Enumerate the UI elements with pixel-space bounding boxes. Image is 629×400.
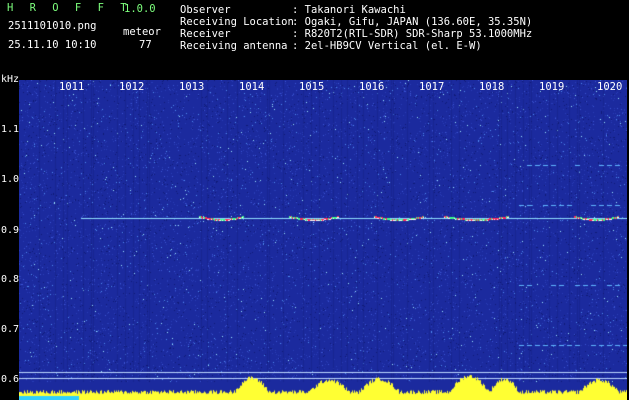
app-version: 1.0.0 <box>124 3 156 15</box>
y-axis-unit: kHz <box>1 74 20 85</box>
info-value-receiver: : R820T2(RTL-SDR) SDR-Sharp 53.1000MHz <box>292 28 533 40</box>
y-tick-label: 1.1 <box>1 124 20 135</box>
y-tick-label: 1.0 <box>1 174 20 185</box>
app-name: H R O F F T <box>7 2 132 14</box>
y-tick-label: 0.7 <box>1 324 20 335</box>
info-label-location: Receiving Location <box>180 16 294 28</box>
file-datetime: 25.11.10 10:10 <box>8 39 97 51</box>
info-value-location: : Ogaki, Gifu, JAPAN (136.60E, 35.35N) <box>292 16 533 28</box>
x-tick-label: 1017 <box>419 81 445 93</box>
x-tick-label: 1020 <box>597 81 623 93</box>
hroft-screen: H R O F F T 1.0.0 2511101010.png 25.11.1… <box>0 0 629 400</box>
info-label-observer: Observer <box>180 4 231 16</box>
spectrogram <box>19 80 627 400</box>
x-tick-label: 1012 <box>119 81 145 93</box>
info-value-antenna: : 2el-HB9CV Vertical (el. E-W) <box>292 40 482 52</box>
x-tick-label: 1015 <box>299 81 325 93</box>
info-label-antenna: Receiving antenna <box>180 40 288 52</box>
meteor-label: meteor <box>123 26 161 38</box>
info-value-observer: : Takanori Kawachi <box>292 4 406 16</box>
y-tick-label: 0.8 <box>1 274 20 285</box>
x-tick-label: 1019 <box>539 81 565 93</box>
file-name: 2511101010.png <box>8 20 97 32</box>
x-tick-label: 1013 <box>179 81 205 93</box>
x-tick-label: 1011 <box>59 81 85 93</box>
x-tick-label: 1016 <box>359 81 385 93</box>
info-label-receiver: Receiver <box>180 28 231 40</box>
x-tick-label: 1014 <box>239 81 265 93</box>
meteor-count: 77 <box>139 39 152 51</box>
x-tick-label: 1018 <box>479 81 505 93</box>
y-tick-label: 0.6 <box>1 374 20 385</box>
y-tick-label: 0.9 <box>1 225 20 236</box>
